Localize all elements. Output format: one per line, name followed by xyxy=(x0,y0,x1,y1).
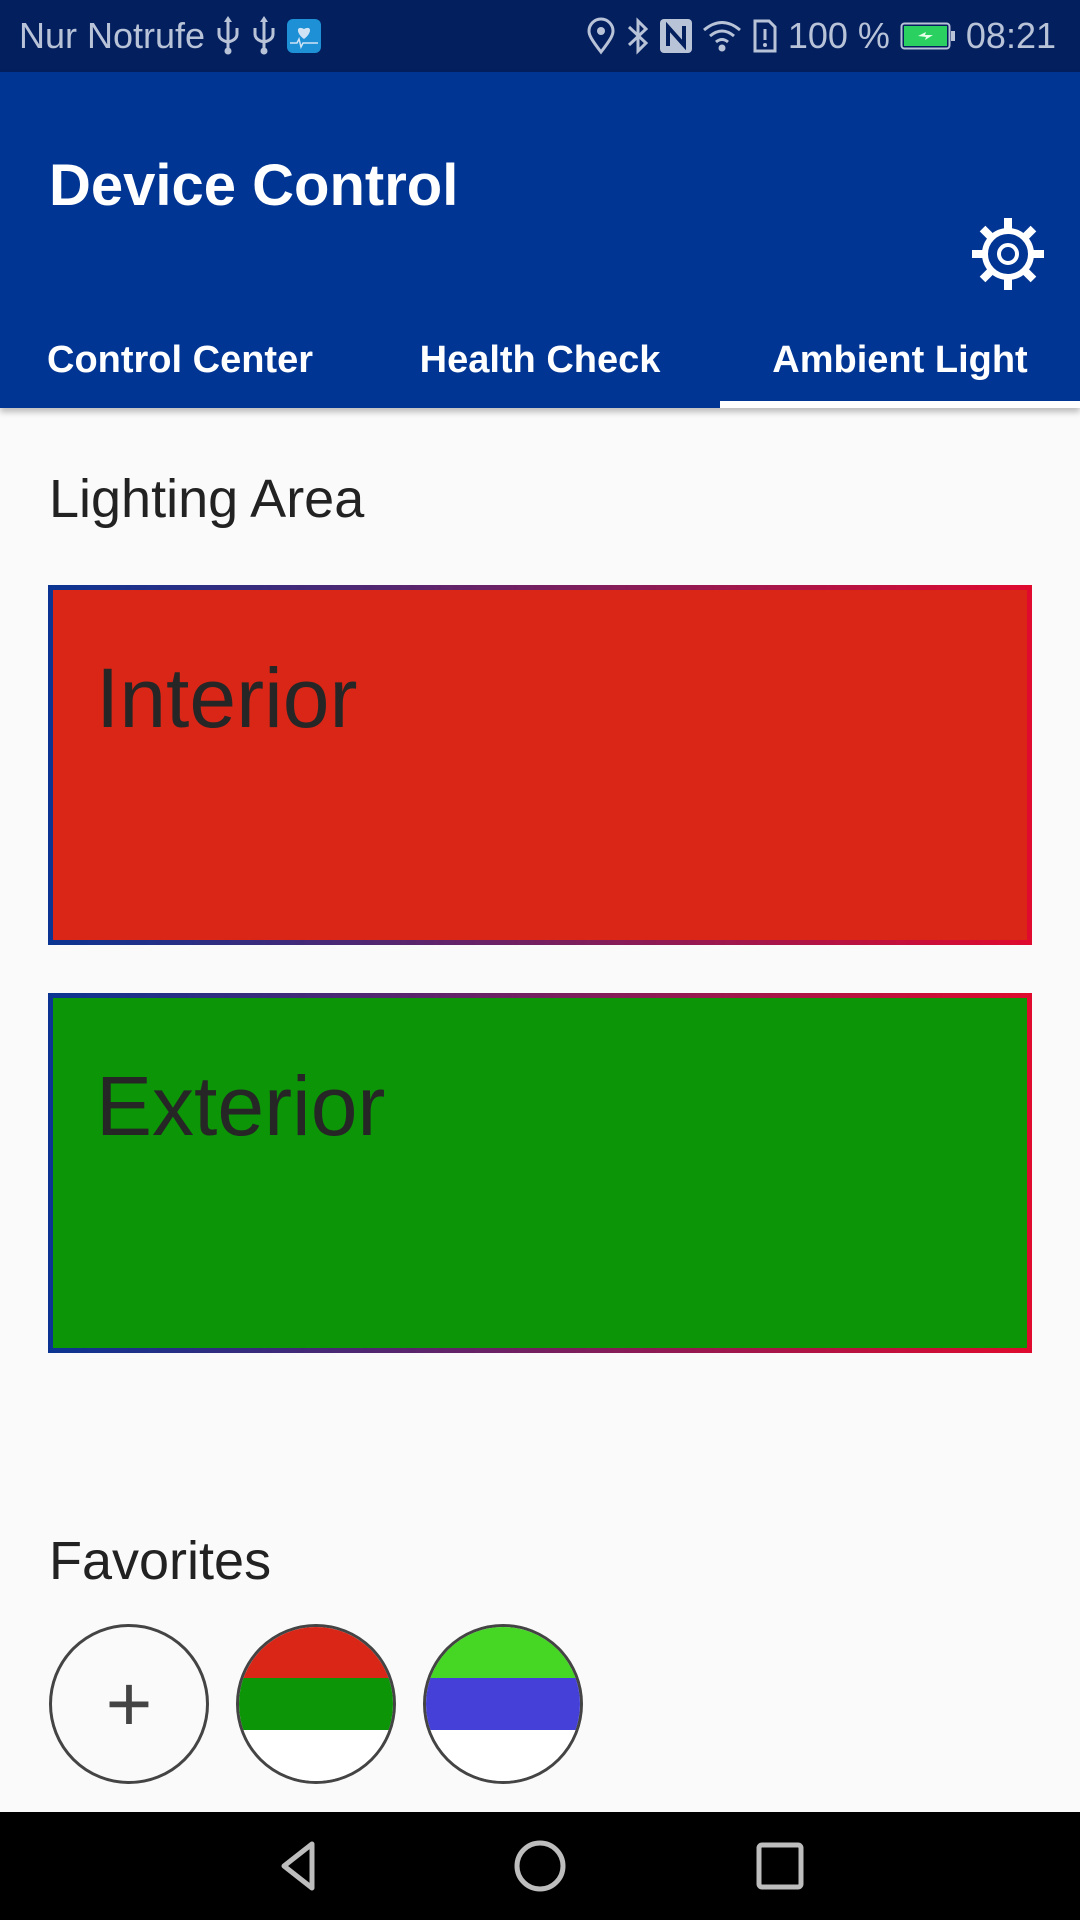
favorite-color-band xyxy=(426,1729,580,1781)
bluetooth-icon xyxy=(626,17,650,55)
app-title: Device Control xyxy=(49,153,459,218)
tab-health-check[interactable]: Health Check xyxy=(360,312,720,408)
lighting-area-title: Lighting Area xyxy=(49,469,365,529)
exterior-area-button[interactable]: Exterior xyxy=(48,993,1032,1353)
settings-icon xyxy=(972,218,1044,290)
battery-charging-icon xyxy=(900,22,956,50)
interior-area-button[interactable]: Interior xyxy=(48,585,1032,945)
add-favorite-button[interactable]: + xyxy=(49,1624,209,1784)
usb-icon xyxy=(251,16,277,56)
navigation-bar xyxy=(0,1812,1080,1920)
tab-label: Ambient Light xyxy=(772,338,1028,381)
tab-label: Control Center xyxy=(47,338,313,381)
exterior-area-fill: Exterior xyxy=(53,998,1027,1348)
usb-icon xyxy=(215,16,241,56)
favorite-preset[interactable] xyxy=(236,1624,396,1784)
back-icon[interactable] xyxy=(270,1836,330,1896)
favorite-color-band xyxy=(239,1627,393,1679)
settings-button[interactable] xyxy=(970,216,1046,292)
battery-percent: 100 % xyxy=(787,15,890,56)
carrier-text: Nur Notrufe xyxy=(19,15,206,56)
favorite-color-band xyxy=(426,1627,580,1679)
tab-control-center[interactable]: Control Center xyxy=(0,312,360,408)
sim-alert-icon xyxy=(752,18,778,54)
favorites-list: + xyxy=(49,1624,583,1784)
home-icon[interactable] xyxy=(510,1836,570,1896)
health-app-icon xyxy=(287,19,322,53)
tab-ambient-light[interactable]: Ambient Light xyxy=(720,312,1080,408)
favorite-color-band xyxy=(239,1729,393,1781)
favorite-color-band xyxy=(239,1678,393,1730)
recents-icon[interactable] xyxy=(750,1836,810,1896)
nfc-icon xyxy=(659,19,692,53)
location-icon xyxy=(586,17,616,55)
app-bar: Device Control Control Center Health Che… xyxy=(0,72,1080,408)
favorite-color-band xyxy=(426,1678,580,1730)
wifi-icon xyxy=(702,19,742,53)
interior-area-fill: Interior xyxy=(53,590,1027,940)
clock: 08:21 xyxy=(965,15,1056,56)
plus-icon: + xyxy=(105,1659,153,1748)
favorite-preset[interactable] xyxy=(423,1624,583,1784)
area-label: Interior xyxy=(96,651,358,745)
favorites-title: Favorites xyxy=(49,1531,272,1591)
status-bar: Nur Notrufe 100 % 08:21 xyxy=(0,0,1080,72)
area-label: Exterior xyxy=(96,1059,386,1153)
tab-label: Health Check xyxy=(419,338,661,381)
tab-bar: Control Center Health Check Ambient Ligh… xyxy=(0,312,1080,408)
